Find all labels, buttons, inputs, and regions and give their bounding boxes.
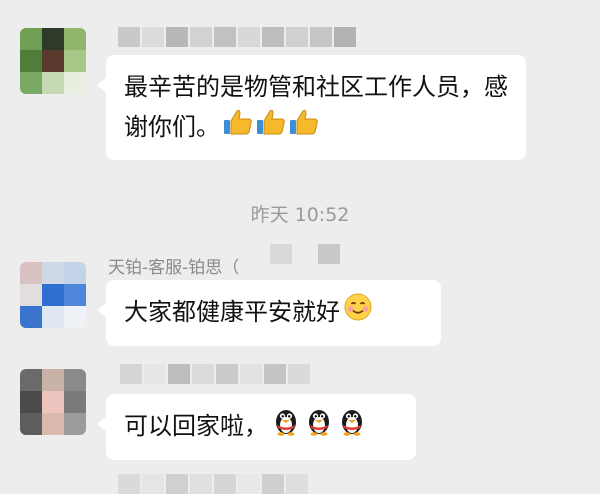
chat-timestamp: 昨天 10:52 [250,204,350,226]
message-text: 可以回家啦， [124,412,268,440]
message-text: 大家都健康平安就好 [124,298,340,326]
thumbs-up-icon [223,108,253,148]
sender-name-blurred [118,27,356,47]
thumbs-up-icon [289,108,319,148]
avatar[interactable] [20,369,86,435]
smiling-face-icon [343,292,373,334]
message-bubble[interactable]: 可以回家啦， [97,394,416,460]
sender-name-blurred [270,244,340,264]
sender-name: 天铂-客服-铂思（ [108,258,240,278]
penguin-icon [304,406,334,448]
message-bubble[interactable]: 最辛苦的是物管和社区工作人员，感谢你们。 [97,55,526,160]
penguin-icon [271,406,301,448]
sender-name-blurred [118,474,308,494]
avatar[interactable] [20,28,86,94]
message-bubble[interactable]: 大家都健康平安就好 [97,280,441,346]
penguin-icon [337,406,367,448]
avatar[interactable] [20,262,86,328]
thumbs-up-icon [256,108,286,148]
sender-name-blurred [120,364,310,384]
